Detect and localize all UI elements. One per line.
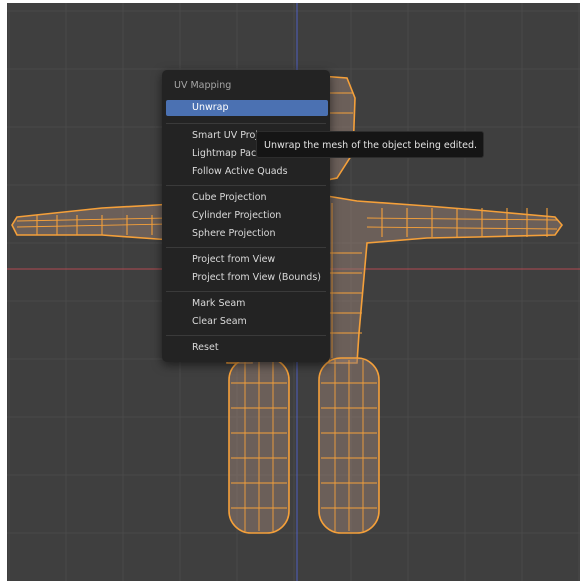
menu-item-mark-seam[interactable]: Mark Seam: [166, 296, 328, 312]
menu-item-unwrap[interactable]: Unwrap: [166, 100, 328, 116]
menu-item-reset[interactable]: Reset: [166, 340, 328, 356]
menu-item-cube-projection[interactable]: Cube Projection: [166, 190, 328, 206]
menu-item-cylinder-projection[interactable]: Cylinder Projection: [166, 208, 328, 224]
menu-separator: [166, 185, 326, 186]
menu-item-follow-active-quads[interactable]: Follow Active Quads: [166, 164, 328, 180]
menu-item-clear-seam[interactable]: Clear Seam: [166, 314, 328, 330]
menu-separator: [166, 247, 326, 248]
menu-item-sphere-projection[interactable]: Sphere Projection: [166, 226, 328, 242]
menu-separator: [166, 123, 326, 124]
unwrap-tooltip: Unwrap the mesh of the object being edit…: [256, 131, 484, 158]
menu-item-project-from-view[interactable]: Project from View: [166, 252, 328, 268]
menu-item-project-from-view-bounds[interactable]: Project from View (Bounds): [166, 270, 328, 286]
menu-separator: [166, 335, 326, 336]
screenshot-frame: UV Mapping Unwrap Smart UV Proje Lightma…: [0, 0, 585, 585]
menu-title: UV Mapping: [174, 80, 232, 91]
menu-separator: [166, 291, 326, 292]
uv-mapping-menu: UV Mapping Unwrap Smart UV Proje Lightma…: [162, 70, 330, 362]
